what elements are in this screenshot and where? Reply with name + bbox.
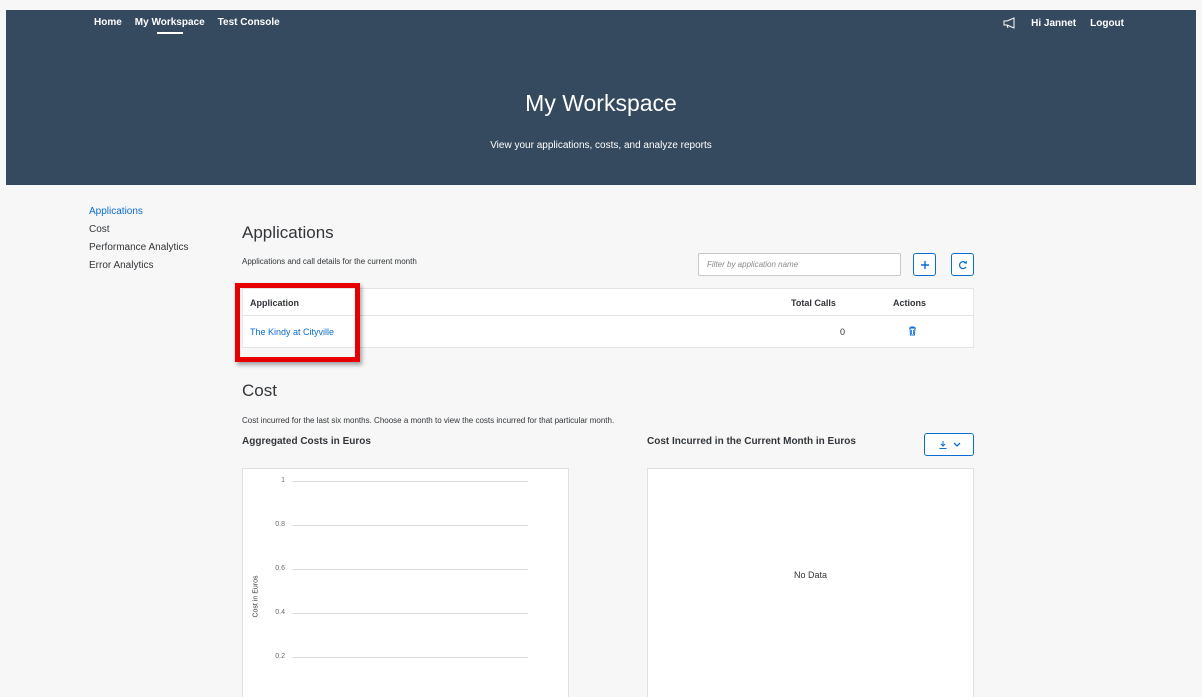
gridline: [293, 657, 528, 658]
cost-description: Cost incurred for the last six months. C…: [242, 416, 615, 425]
page-header: Home My Workspace Test Console Hi Jannet…: [6, 10, 1196, 185]
column-header-total-calls: Total Calls: [791, 298, 836, 308]
add-application-button[interactable]: [913, 253, 936, 276]
gridline: [293, 525, 528, 526]
refresh-icon: [958, 260, 967, 269]
delete-icon[interactable]: [908, 326, 917, 336]
plus-icon: [920, 260, 929, 269]
sidebar-item-performance-analytics[interactable]: Performance Analytics: [89, 242, 189, 253]
refresh-button[interactable]: [951, 253, 974, 276]
y-tick-label: 1: [281, 477, 285, 484]
nav-my-workspace-link[interactable]: My Workspace: [135, 17, 205, 34]
applications-description: Applications and call details for the cu…: [242, 257, 417, 266]
y-tick-label: 0.4: [275, 609, 285, 616]
gridline: [293, 569, 528, 570]
gridline: [293, 481, 528, 482]
chevron-down-icon: [953, 442, 960, 447]
sidebar-item-error-analytics[interactable]: Error Analytics: [89, 260, 189, 271]
total-calls-value: 0: [840, 327, 846, 337]
aggregated-costs-title: Aggregated Costs in Euros: [242, 436, 371, 447]
y-tick-label: 0.8: [275, 521, 285, 528]
nav-test-console-link[interactable]: Test Console: [218, 17, 280, 34]
user-greeting: Hi Jannet: [1031, 17, 1077, 29]
user-area: Hi Jannet Logout: [1003, 17, 1124, 29]
y-axis-label: Cost in Euros: [252, 575, 260, 618]
page-subtitle: View your applications, costs, and analy…: [490, 140, 712, 151]
column-header-actions: Actions: [893, 298, 927, 308]
cost-heading: Cost: [242, 381, 277, 400]
y-tick-label: 0.6: [275, 565, 285, 572]
current-month-cost-title: Cost Incurred in the Current Month in Eu…: [647, 436, 856, 447]
applications-heading: Applications: [242, 223, 334, 242]
no-data-message: No Data: [794, 570, 828, 580]
current-month-chart: No Data: [647, 468, 974, 697]
app-frame: Home My Workspace Test Console Hi Jannet…: [6, 10, 1196, 697]
sidebar-item-applications[interactable]: Applications: [89, 206, 189, 217]
top-navigation: Home My Workspace Test Console: [94, 17, 280, 34]
logout-link[interactable]: Logout: [1090, 18, 1124, 29]
side-navigation: Applications Cost Performance Analytics …: [89, 206, 189, 271]
download-dropdown-button[interactable]: [924, 433, 974, 456]
gridline: [293, 613, 528, 614]
page-title: My Workspace: [525, 90, 677, 116]
application-filter-input[interactable]: [698, 253, 901, 276]
aggregated-costs-chart: 1 0.8 0.6 0.4 0.2 Cost in Euros: [242, 468, 569, 697]
megaphone-icon[interactable]: [1003, 17, 1017, 29]
highlight-box: [235, 283, 360, 362]
nav-home-link[interactable]: Home: [94, 17, 122, 34]
sidebar-item-cost[interactable]: Cost: [89, 224, 189, 235]
download-icon: [939, 440, 946, 449]
y-tick-label: 0.2: [275, 653, 285, 660]
